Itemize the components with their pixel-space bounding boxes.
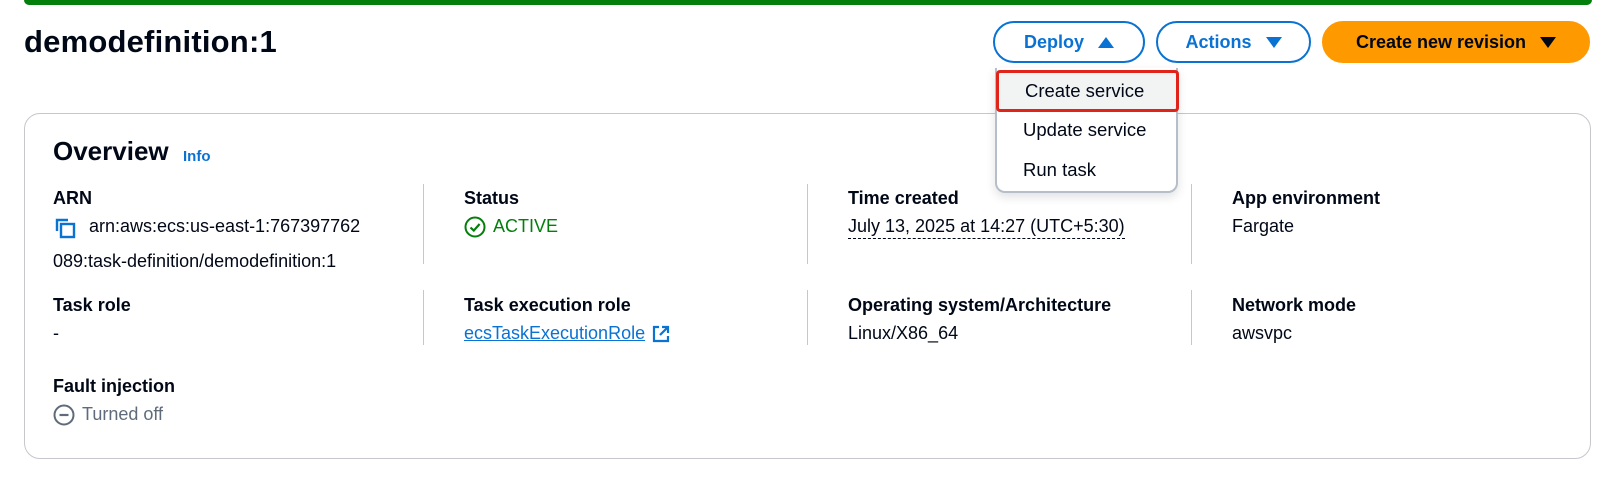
menu-item-create-service[interactable]: Create service [996, 70, 1179, 112]
overview-title: Overview [53, 136, 169, 166]
column-divider [1191, 184, 1192, 264]
menu-item-label: Run task [1023, 159, 1097, 180]
menu-item-label: Update service [1023, 119, 1147, 140]
arn-line-2: 089:task-definition/demodefinition:1 [53, 251, 337, 271]
app-environment-label: App environment [1232, 188, 1381, 208]
fault-injection-text: Turned off [82, 404, 164, 424]
fault-injection-field: Fault injection Turned off [53, 374, 403, 428]
menu-item-update-service[interactable]: Update service [997, 110, 1176, 150]
caret-down-icon [1540, 36, 1557, 48]
arn-field: ARN arn:aws:ecs:us-east-1:767397762 089:… [53, 186, 403, 275]
column-divider [807, 184, 808, 264]
column-divider [423, 290, 424, 345]
deploy-button-label: Deploy [1023, 31, 1084, 52]
column-divider [423, 184, 424, 264]
column-divider [807, 290, 808, 345]
task-execution-role-link[interactable]: ecsTaskExecutionRole [464, 320, 671, 347]
menu-item-run-task[interactable]: Run task [997, 150, 1176, 190]
fault-injection-value: Turned off [53, 401, 403, 428]
arn-label: ARN [53, 188, 92, 208]
app-environment-field: App environment Fargate [1232, 186, 1562, 240]
task-execution-role-value: ecsTaskExecutionRole [464, 320, 794, 347]
network-mode-field: Network mode awsvpc [1232, 293, 1562, 347]
external-link-icon [651, 324, 671, 344]
network-mode-value: awsvpc [1232, 323, 1293, 343]
arn-line-1: arn:aws:ecs:us-east-1:767397762 [89, 216, 361, 236]
time-created-field: Time created July 13, 2025 at 14:27 (UTC… [848, 186, 1178, 240]
page-title: demodefinition:1 [24, 24, 277, 59]
caret-down-icon [1265, 36, 1282, 48]
overview-card: Overview Info ARN arn:aws:ecs:us-east-1:… [24, 113, 1591, 459]
column-divider [1191, 290, 1192, 345]
os-architecture-value: Linux/X86_64 [848, 323, 959, 343]
task-role-value: - [53, 323, 59, 343]
actions-button[interactable]: Actions [1156, 21, 1311, 63]
caret-up-icon [1098, 36, 1114, 48]
task-execution-role-label: Task execution role [464, 295, 631, 315]
info-link[interactable]: Info [183, 148, 211, 165]
deploy-dropdown-menu: Create service Update service Run task [995, 68, 1179, 193]
time-created-text: July 13, 2025 at 14:27 (UTC+5:30) [848, 216, 1125, 239]
task-role-label: Task role [53, 295, 131, 315]
copy-icon[interactable] [53, 216, 77, 248]
status-field: Status ACTIVE [464, 186, 784, 240]
status-text: ACTIVE [493, 216, 559, 236]
menu-item-label: Create service [1025, 80, 1145, 101]
create-new-revision-label: Create new revision [1355, 31, 1527, 52]
check-circle-icon [464, 216, 486, 238]
task-role-field: Task role - [53, 293, 403, 347]
minus-circle-icon [53, 404, 75, 426]
status-label: Status [464, 188, 520, 208]
time-created-value[interactable]: July 13, 2025 at 14:27 (UTC+5:30) [848, 213, 1178, 240]
os-architecture-field: Operating system/Architecture Linux/X86_… [848, 293, 1188, 347]
network-mode-label: Network mode [1232, 295, 1357, 315]
arn-value: arn:aws:ecs:us-east-1:767397762 089:task… [53, 213, 403, 275]
os-architecture-label: Operating system/Architecture [848, 295, 1112, 315]
deploy-button[interactable]: Deploy [993, 21, 1145, 63]
fault-injection-label: Fault injection [53, 376, 176, 396]
task-execution-role-field: Task execution role ecsTaskExecutionRole [464, 293, 794, 347]
status-value: ACTIVE [464, 213, 784, 240]
success-banner-edge [24, 0, 1592, 5]
task-execution-role-text: ecsTaskExecutionRole [464, 323, 646, 343]
create-new-revision-button[interactable]: Create new revision [1322, 21, 1590, 63]
actions-button-label: Actions [1185, 31, 1252, 52]
app-environment-value: Fargate [1232, 216, 1295, 236]
